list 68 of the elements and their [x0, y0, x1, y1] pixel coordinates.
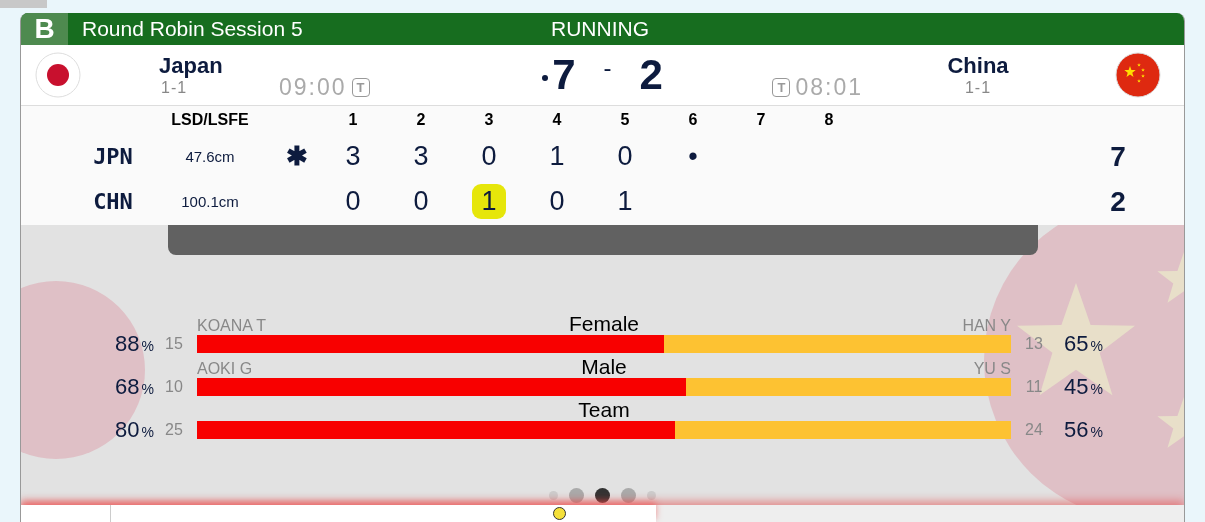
shot-count: 25	[164, 421, 184, 439]
team-record: 1-1	[161, 79, 189, 97]
column-heading: LSD/LSFE	[170, 111, 250, 129]
session-title: Round Robin Session 5	[82, 17, 303, 41]
total-score: 2	[1109, 185, 1127, 218]
player-name: KOANA T	[197, 317, 267, 334]
end-score: 1	[472, 184, 506, 219]
column-heading: 5	[619, 111, 631, 129]
column-heading: 3	[483, 111, 495, 129]
team-code: JPN	[92, 144, 134, 169]
carousel-dot[interactable]	[647, 491, 656, 500]
game-status: RUNNING	[551, 17, 649, 41]
percentage: 80%	[114, 417, 154, 443]
hammer-mark: ✱	[286, 141, 308, 171]
end-score: 0	[548, 185, 566, 218]
shot-count: 11	[1024, 378, 1044, 396]
column-heading: 2	[415, 111, 427, 129]
shot-count: 15	[164, 335, 184, 353]
score-separator: -	[603, 54, 612, 82]
team-score: 2	[639, 51, 663, 99]
percentage: 88%	[114, 331, 154, 357]
percentage: 65%	[1064, 331, 1104, 357]
time-remaining: 08:01	[795, 73, 863, 101]
column-heading: 8	[823, 111, 835, 129]
lsd-value: 100.1cm	[180, 193, 240, 210]
timeout-badge: T	[351, 77, 370, 97]
circle-flag-icon	[35, 52, 81, 98]
percentage: 45%	[1064, 374, 1104, 400]
player-name: HAN Y	[962, 317, 1011, 334]
team-record: 1-1	[964, 79, 992, 97]
end-score: 3	[412, 140, 430, 173]
team-code: CHN	[92, 189, 134, 214]
column-heading: 4	[551, 111, 563, 129]
player-name: AOKI G	[197, 360, 253, 377]
percentage: 56%	[1064, 417, 1104, 443]
team-name: Japan	[159, 53, 224, 79]
player-name: YU S	[973, 360, 1011, 377]
category-label: Male	[581, 356, 627, 378]
end-score: 1	[548, 140, 566, 173]
timeout-badge: T	[772, 77, 791, 97]
category-label: Team	[578, 399, 630, 421]
carousel-dot[interactable]	[549, 491, 558, 500]
star-flag-icon	[1115, 52, 1161, 98]
end-score: 0	[412, 185, 430, 218]
team-name: China	[947, 53, 1009, 79]
time-remaining: 09:00	[279, 73, 347, 101]
column-heading: 6	[687, 111, 699, 129]
end-score: •	[687, 140, 699, 173]
lsd-value: 47.6cm	[184, 148, 236, 165]
carousel-dot[interactable]	[569, 488, 584, 503]
end-score: 0	[616, 140, 634, 173]
column-heading: 1	[347, 111, 359, 129]
carousel-dot[interactable]	[621, 488, 636, 503]
shot-count: 13	[1024, 335, 1044, 353]
shot-count: 10	[164, 378, 184, 396]
percentage: 68%	[114, 374, 154, 400]
carousel-dot[interactable]	[595, 488, 610, 503]
total-score: 7	[1109, 140, 1127, 173]
end-score: 0	[480, 140, 498, 173]
end-score: 1	[616, 185, 634, 218]
team-score: 7	[542, 51, 576, 99]
end-score: 0	[344, 185, 362, 218]
shot-count: 24	[1024, 421, 1044, 439]
category-label: Female	[569, 313, 639, 335]
end-score: 3	[344, 140, 362, 173]
group-badge: B	[21, 13, 68, 45]
column-heading: 7	[755, 111, 767, 129]
marker-dot	[553, 507, 566, 520]
